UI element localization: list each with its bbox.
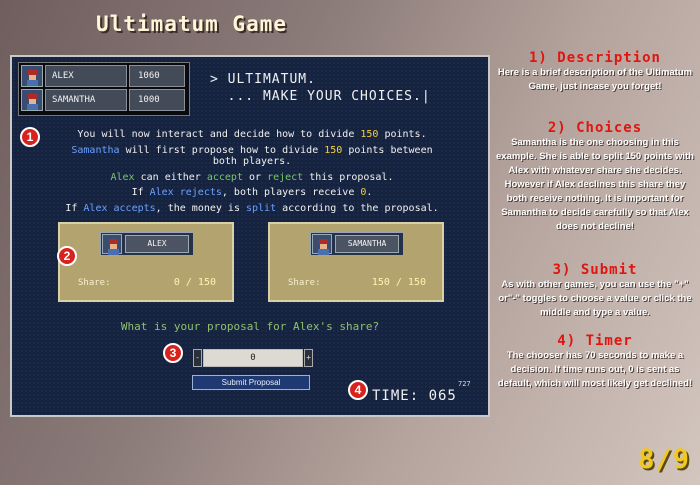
avatar [312, 234, 332, 255]
share-card-samantha: SAMANTHA Share: 150 / 150 [268, 222, 444, 302]
player-score: 1060 [129, 65, 185, 87]
page-indicator: 8/9 [638, 444, 690, 475]
instruction-line-3: both players. [212, 156, 292, 167]
avatar [21, 89, 43, 111]
share-card-alex: ALEX Share: 0 / 150 [58, 222, 234, 302]
player-badge: ALEX [100, 232, 194, 256]
timer-label: TIME: [372, 388, 429, 404]
sidebar-section-timer: 4) Timer The chooser has 70 seconds to m… [496, 333, 694, 391]
instruction-line-1: You will now interact and decide how to … [77, 129, 427, 140]
slide-title: Ultimatum Game [96, 12, 288, 36]
player-row-alex: ALEX 1060 [21, 65, 185, 87]
decrement-button[interactable]: - [193, 349, 202, 367]
timer: TIME: 065 [372, 388, 457, 404]
share-value: 0 / 150 [173, 277, 216, 288]
avatar [102, 234, 122, 255]
player-row-samantha: SAMANTHA 1000 [21, 89, 185, 111]
section-heading: 1) Description [528, 50, 661, 66]
proposal-value-input[interactable]: 0 [203, 349, 303, 367]
marker-3: 3 [163, 343, 183, 363]
section-body: The chooser has 70 seconds to make a dec… [497, 350, 693, 389]
section-body: Samantha is the one choosing in this exa… [496, 137, 694, 232]
section-body: As with other games, you can use the "+"… [498, 279, 692, 318]
share-value: 150 / 150 [371, 277, 426, 288]
share-label: Share: [288, 278, 321, 288]
instruction-line-4: Alex can either accept or reject this pr… [110, 172, 394, 183]
sidebar-section-description: 1) Description Here is a brief descripti… [496, 50, 694, 94]
section-heading: 4) Timer [557, 333, 633, 349]
proposal-question: What is your proposal for Alex's share? [120, 320, 380, 333]
marker-4: 4 [348, 380, 368, 400]
section-heading: 2) Choices [547, 120, 643, 136]
ultimatum-prompt: > ULTIMATUM. ... MAKE YOUR CHOICES.| [210, 72, 431, 104]
instruction-line-2: Samantha will first propose how to divid… [71, 145, 433, 156]
badge-name: ALEX [125, 235, 189, 253]
timer-value: 065 [428, 388, 457, 404]
instruction-line-6: If Alex accepts, the money is split acco… [65, 203, 439, 214]
submit-proposal-button[interactable]: Submit Proposal [192, 375, 310, 390]
player-name: ALEX [45, 65, 127, 87]
sidebar-section-submit: 3) Submit As with other games, you can u… [496, 262, 694, 320]
avatar [21, 65, 43, 87]
player-score: 1000 [129, 89, 185, 111]
marker-1: 1 [20, 127, 40, 147]
section-body: Here is a brief description of the Ultim… [497, 67, 693, 92]
share-label: Share: [78, 278, 111, 288]
instruction-line-5: If Alex rejects, both players receive 0. [131, 187, 373, 198]
timer-small-value: 727 [458, 380, 471, 388]
proposal-stepper: - 0 + [193, 349, 313, 367]
section-heading: 3) Submit [552, 262, 638, 278]
increment-button[interactable]: + [304, 349, 313, 367]
player-scoreboard: ALEX 1060 SAMANTHA 1000 [18, 62, 190, 116]
sidebar-section-choices: 2) Choices Samantha is the one choosing … [496, 120, 694, 234]
player-badge: SAMANTHA [310, 232, 404, 256]
marker-2: 2 [57, 246, 77, 266]
player-name: SAMANTHA [45, 89, 127, 111]
game-panel: ALEX 1060 SAMANTHA 1000 > ULTIMATUM. ...… [10, 55, 490, 417]
badge-name: SAMANTHA [335, 235, 399, 253]
